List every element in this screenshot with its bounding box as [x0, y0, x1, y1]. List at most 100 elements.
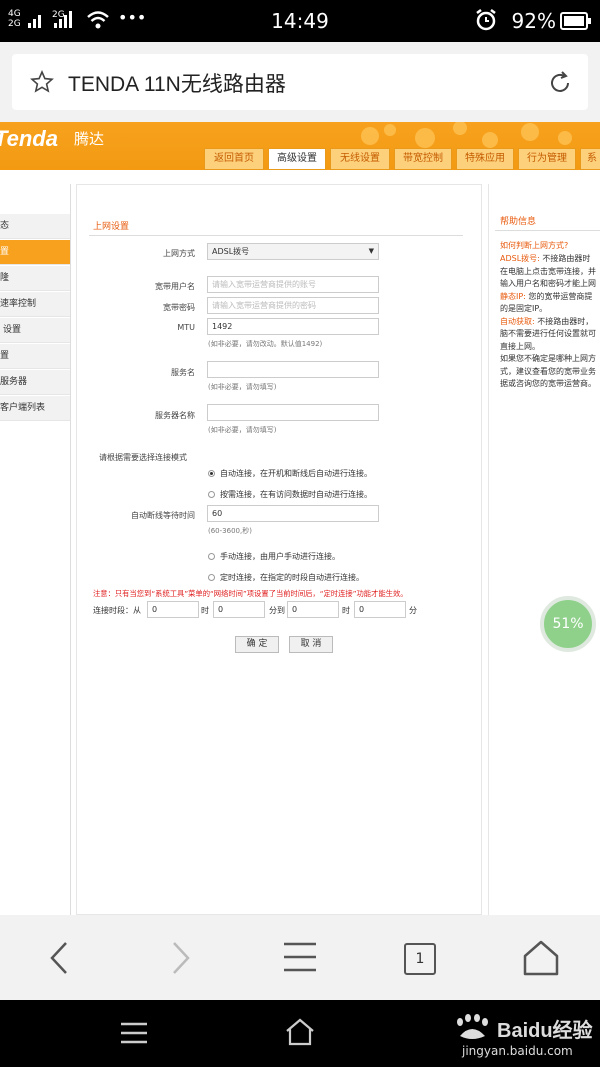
help-divider	[495, 230, 600, 231]
help-panel: 帮助信息 如何判断上网方式? ADSL拨号: 不接路由器时 在电脑上点击宽带连接…	[488, 184, 600, 915]
sidebar-item-wan-settings[interactable]: 置	[0, 240, 70, 265]
watermark-url: jingyan.baidu.com	[462, 1044, 573, 1058]
cancel-button[interactable]: 取 消	[289, 636, 333, 653]
status-bar: 4G 2G 2G ••• 14:49 92%	[0, 0, 600, 42]
end-minute-input[interactable]: 0	[354, 601, 406, 618]
tab-advanced[interactable]: 高级设置	[268, 148, 326, 170]
mtu-label: MTU	[177, 323, 195, 332]
tab-behavior[interactable]: 行为管理	[518, 148, 576, 170]
sidebar-item-status[interactable]: 态	[0, 214, 70, 239]
battery-icon	[560, 12, 592, 34]
server-label: 服务器名称	[155, 411, 195, 420]
tab-system[interactable]: 系	[580, 148, 600, 170]
service-input[interactable]	[207, 361, 379, 378]
address-bar[interactable]: TENDA 11N无线路由器	[12, 54, 588, 110]
sidebar-item-rate-control[interactable]: 速率控制	[0, 292, 70, 317]
clock: 14:49	[271, 9, 329, 33]
mtu-input[interactable]: 1492	[207, 318, 379, 335]
help-line-8: 如果您不确定是哪种上网方	[500, 354, 596, 363]
alarm-icon	[474, 8, 498, 36]
help-title: 帮助信息	[500, 217, 537, 227]
start-hour-unit: 时	[201, 606, 209, 615]
start-minute-input[interactable]: 0	[213, 601, 265, 618]
help-question: 如何判断上网方式?	[500, 241, 569, 250]
tabs-counter-button[interactable]: 1	[404, 943, 436, 975]
wan-settings-form: 上网设置 上网方式 ADSL拨号 ▼ 宽带用户名 请输入宽带运营商提供的账号 宽…	[76, 184, 482, 915]
on-demand-label: 按需连接，在有访问数据时自动进行连接。	[220, 490, 372, 499]
system-menu-icon[interactable]	[120, 1022, 148, 1048]
password-input[interactable]: 请输入宽带运营商提供的密码	[207, 297, 379, 314]
help-line-4: 的是固定IP。	[500, 304, 548, 313]
timed-label: 定时连接，在指定的时段自动进行连接。	[220, 573, 364, 582]
sidebar-item-lan-settings[interactable]: 设置	[0, 318, 70, 343]
section-divider	[89, 235, 463, 236]
start-hour-input[interactable]: 0	[147, 601, 199, 618]
radio-auto-connect[interactable]	[208, 470, 215, 477]
chevron-down-icon: ▼	[368, 247, 374, 255]
password-label: 宽带密码	[163, 303, 195, 312]
end-hour-unit: 时	[342, 606, 350, 615]
tab-bandwidth[interactable]: 带宽控制	[394, 148, 452, 170]
watermark-brand: Baidu经验	[497, 1020, 593, 1042]
radio-manual[interactable]	[208, 553, 215, 560]
username-label: 宽带用户名	[155, 282, 195, 291]
browser-toolbar: TENDA 11N无线路由器	[0, 42, 600, 122]
mtu-hint: (如非必要，请勿改动。默认值1492)	[208, 340, 323, 348]
service-hint: (如非必要，请勿填写)	[208, 383, 277, 391]
notice-text: 注意：只有当您到“系统工具”菜单的“网络时间”项设置了当前时间后，“定时连接”功…	[93, 589, 408, 598]
router-page: Tenda 腾达 返回首页 高级设置 无线设置 带宽控制 特殊应用 行为管理 系…	[0, 122, 600, 915]
battery-percent: 92%	[511, 9, 556, 33]
help-line-9: 式，建议查看您的宽带业务	[500, 366, 596, 376]
period-label: 连接时段：从	[93, 606, 141, 615]
tab-wireless[interactable]: 无线设置	[330, 148, 390, 170]
help-line-10: 据或咨询您的宽带运营商。	[500, 379, 596, 388]
idle-time-label: 自动断线等待时间	[131, 511, 195, 520]
logo-cn: 腾达	[74, 130, 105, 148]
service-label: 服务名	[171, 368, 195, 377]
help-line-6: 脑不需要进行任何设置就可	[500, 329, 596, 338]
forward-icon[interactable]	[164, 940, 196, 980]
idle-time-hint: (60-3600,秒)	[208, 527, 252, 535]
help-line-3: 静态IP: 您的宽带运营商提	[500, 291, 593, 301]
ok-button[interactable]: 确 定	[235, 636, 279, 653]
help-line-7: 直接上网。	[500, 341, 540, 351]
connection-mode-label: 请根据需要选择连接模式	[99, 453, 187, 462]
tab-home[interactable]: 返回首页	[204, 148, 264, 170]
sidebar-item-dns-settings[interactable]: 置	[0, 344, 70, 369]
home-icon[interactable]	[522, 939, 560, 981]
radio-timed[interactable]	[208, 574, 215, 581]
tenda-logo: Tenda	[0, 126, 58, 151]
tab-special[interactable]: 特殊应用	[456, 148, 514, 170]
section-title: 上网设置	[93, 222, 130, 232]
system-nav-bar: Baidu经验 jingyan.baidu.com	[0, 1000, 600, 1067]
idle-time-input[interactable]: 60	[207, 505, 379, 522]
baidu-paw-icon	[452, 1014, 496, 1046]
help-line-1: 在电脑上点击宽带连接，并	[500, 266, 596, 276]
sidebar: 态 置 隆 速率控制 设置 置 服务器 客户端列表	[0, 184, 71, 915]
mode-label: 上网方式	[163, 249, 195, 258]
start-minute-unit: 分到	[269, 606, 285, 615]
back-icon[interactable]	[44, 940, 76, 980]
system-home-icon[interactable]	[285, 1018, 315, 1050]
mode-select[interactable]: ADSL拨号 ▼	[207, 243, 379, 260]
help-line-2: 输入用户名和密码才能上网	[500, 279, 596, 288]
server-hint: (如非必要，请勿填写)	[208, 426, 277, 434]
help-line-5: 自动获取: 不接路由器时，	[500, 316, 594, 326]
end-hour-input[interactable]: 0	[287, 601, 339, 618]
sidebar-item-client-list[interactable]: 客户端列表	[0, 396, 70, 421]
manual-label: 手动连接，由用户手动进行连接。	[220, 552, 340, 561]
header-banner: Tenda 腾达 返回首页 高级设置 无线设置 带宽控制 特殊应用 行为管理 系	[0, 122, 600, 170]
browser-bottom-nav: 1	[0, 915, 600, 1000]
menu-icon[interactable]	[282, 941, 318, 977]
speed-boost-bubble[interactable]: 51%	[540, 596, 596, 652]
page-title: TENDA 11N无线路由器	[68, 73, 286, 96]
bookmark-star-icon[interactable]	[30, 70, 54, 98]
refresh-icon[interactable]	[546, 69, 574, 101]
sidebar-item-dhcp-server[interactable]: 服务器	[0, 370, 70, 395]
server-input[interactable]	[207, 404, 379, 421]
sidebar-item-mac-clone[interactable]: 隆	[0, 266, 70, 291]
help-line-0: ADSL拨号: 不接路由器时	[500, 254, 591, 263]
auto-connect-label: 自动连接，在开机和断线后自动进行连接。	[220, 469, 372, 478]
username-input[interactable]: 请输入宽带运营商提供的账号	[207, 276, 379, 293]
radio-on-demand[interactable]	[208, 491, 215, 498]
